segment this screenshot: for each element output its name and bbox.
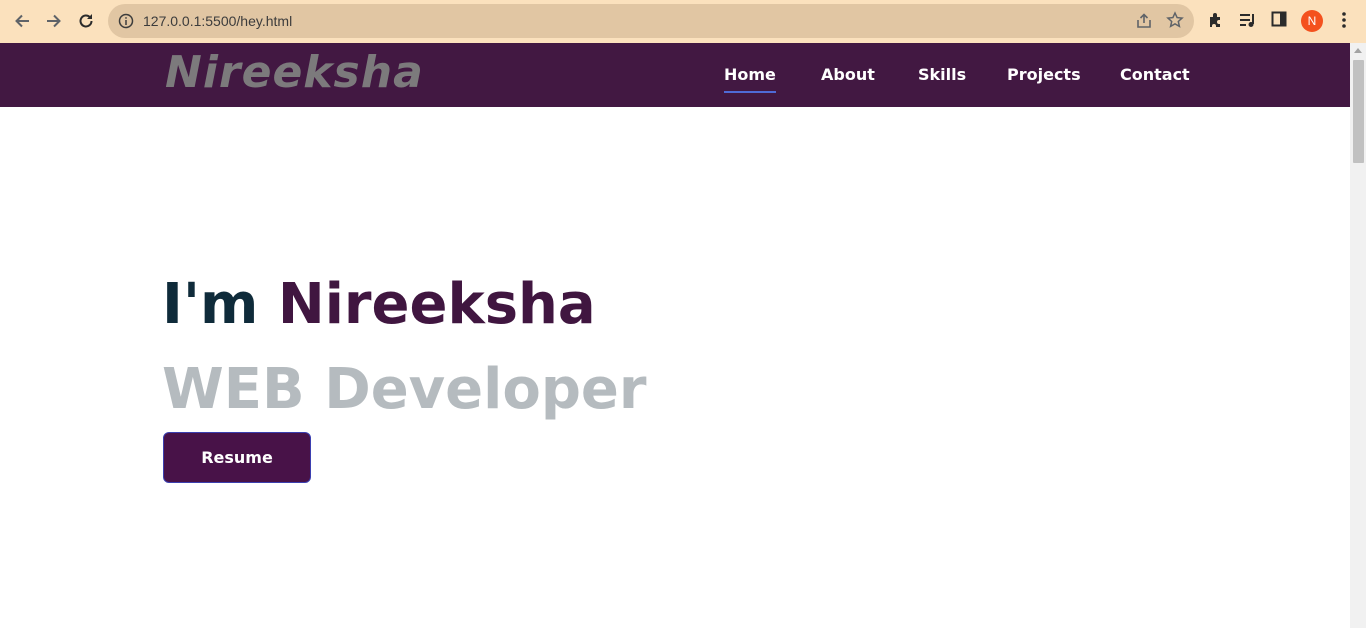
hero-intro: I'm (162, 272, 259, 337)
hero-heading: I'm Nireeksha (162, 270, 596, 340)
hero-name: Nireeksha (277, 272, 596, 337)
resume-button[interactable]: Resume (163, 432, 311, 483)
nav-contact[interactable]: Contact (1120, 65, 1190, 84)
nav-skills[interactable]: Skills (918, 65, 966, 84)
reading-list-icon[interactable] (1239, 11, 1257, 34)
reload-icon[interactable] (74, 9, 98, 33)
back-icon[interactable] (10, 9, 34, 33)
info-icon[interactable] (118, 13, 134, 29)
forward-icon[interactable] (42, 9, 66, 33)
menu-icon[interactable] (1338, 11, 1350, 34)
browser-toolbar: 127.0.0.1:5500/hey.html N (0, 0, 1366, 43)
share-icon[interactable] (1135, 12, 1153, 35)
hero-role: WEB Developer (162, 357, 647, 422)
url-text[interactable]: 127.0.0.1:5500/hey.html (143, 13, 292, 29)
extensions-icon[interactable] (1207, 11, 1225, 34)
scrollbar[interactable] (1350, 43, 1366, 628)
nav-home[interactable]: Home (724, 65, 776, 93)
profile-avatar[interactable]: N (1301, 10, 1323, 32)
scroll-up-arrow-icon[interactable] (1354, 48, 1362, 53)
site-header: Nireeksha Home About Skills Projects Con… (0, 43, 1350, 107)
scrollbar-thumb[interactable] (1353, 60, 1364, 163)
nav-projects[interactable]: Projects (1007, 65, 1081, 84)
star-icon[interactable] (1166, 11, 1184, 34)
address-bar[interactable]: 127.0.0.1:5500/hey.html (108, 4, 1194, 38)
site-logo[interactable]: Nireeksha (165, 47, 424, 98)
side-panel-icon[interactable] (1271, 11, 1287, 32)
nav-about[interactable]: About (821, 65, 875, 84)
